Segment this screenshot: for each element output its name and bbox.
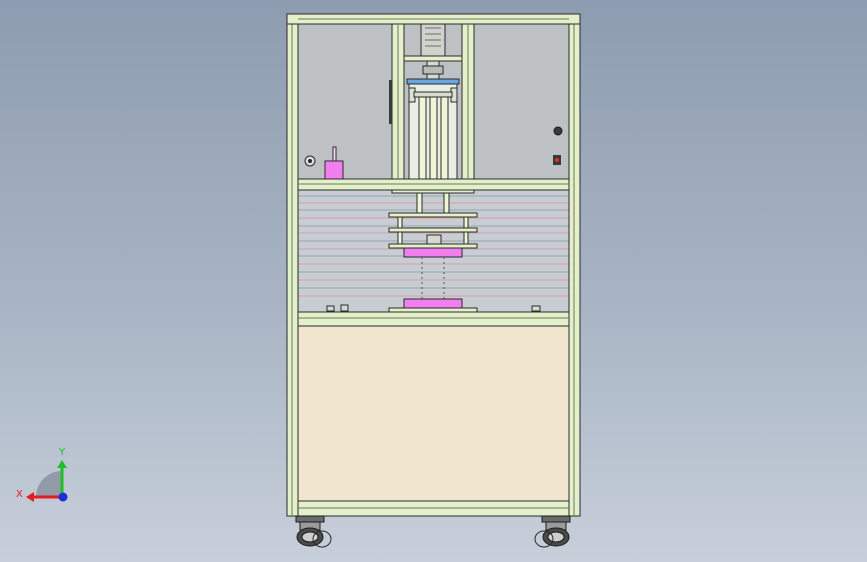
triad-plane-wedge <box>36 471 62 497</box>
left-caster <box>295 515 332 548</box>
side-hinge <box>389 80 392 124</box>
coordinate-triad <box>26 460 68 502</box>
z-axis-dot <box>58 492 68 502</box>
press-column <box>391 23 475 180</box>
right-switch-icon <box>553 155 561 165</box>
right-caster <box>534 515 571 548</box>
x-axis-label: X <box>16 489 23 500</box>
left-switch-icon <box>304 155 316 167</box>
y-axis-label: Y <box>58 447 66 458</box>
machine-drawing: X Y <box>16 13 581 548</box>
cad-viewport[interactable]: X Y <box>0 0 867 562</box>
right-button-icon <box>553 126 563 136</box>
lower-cabinet-panel <box>297 325 570 502</box>
